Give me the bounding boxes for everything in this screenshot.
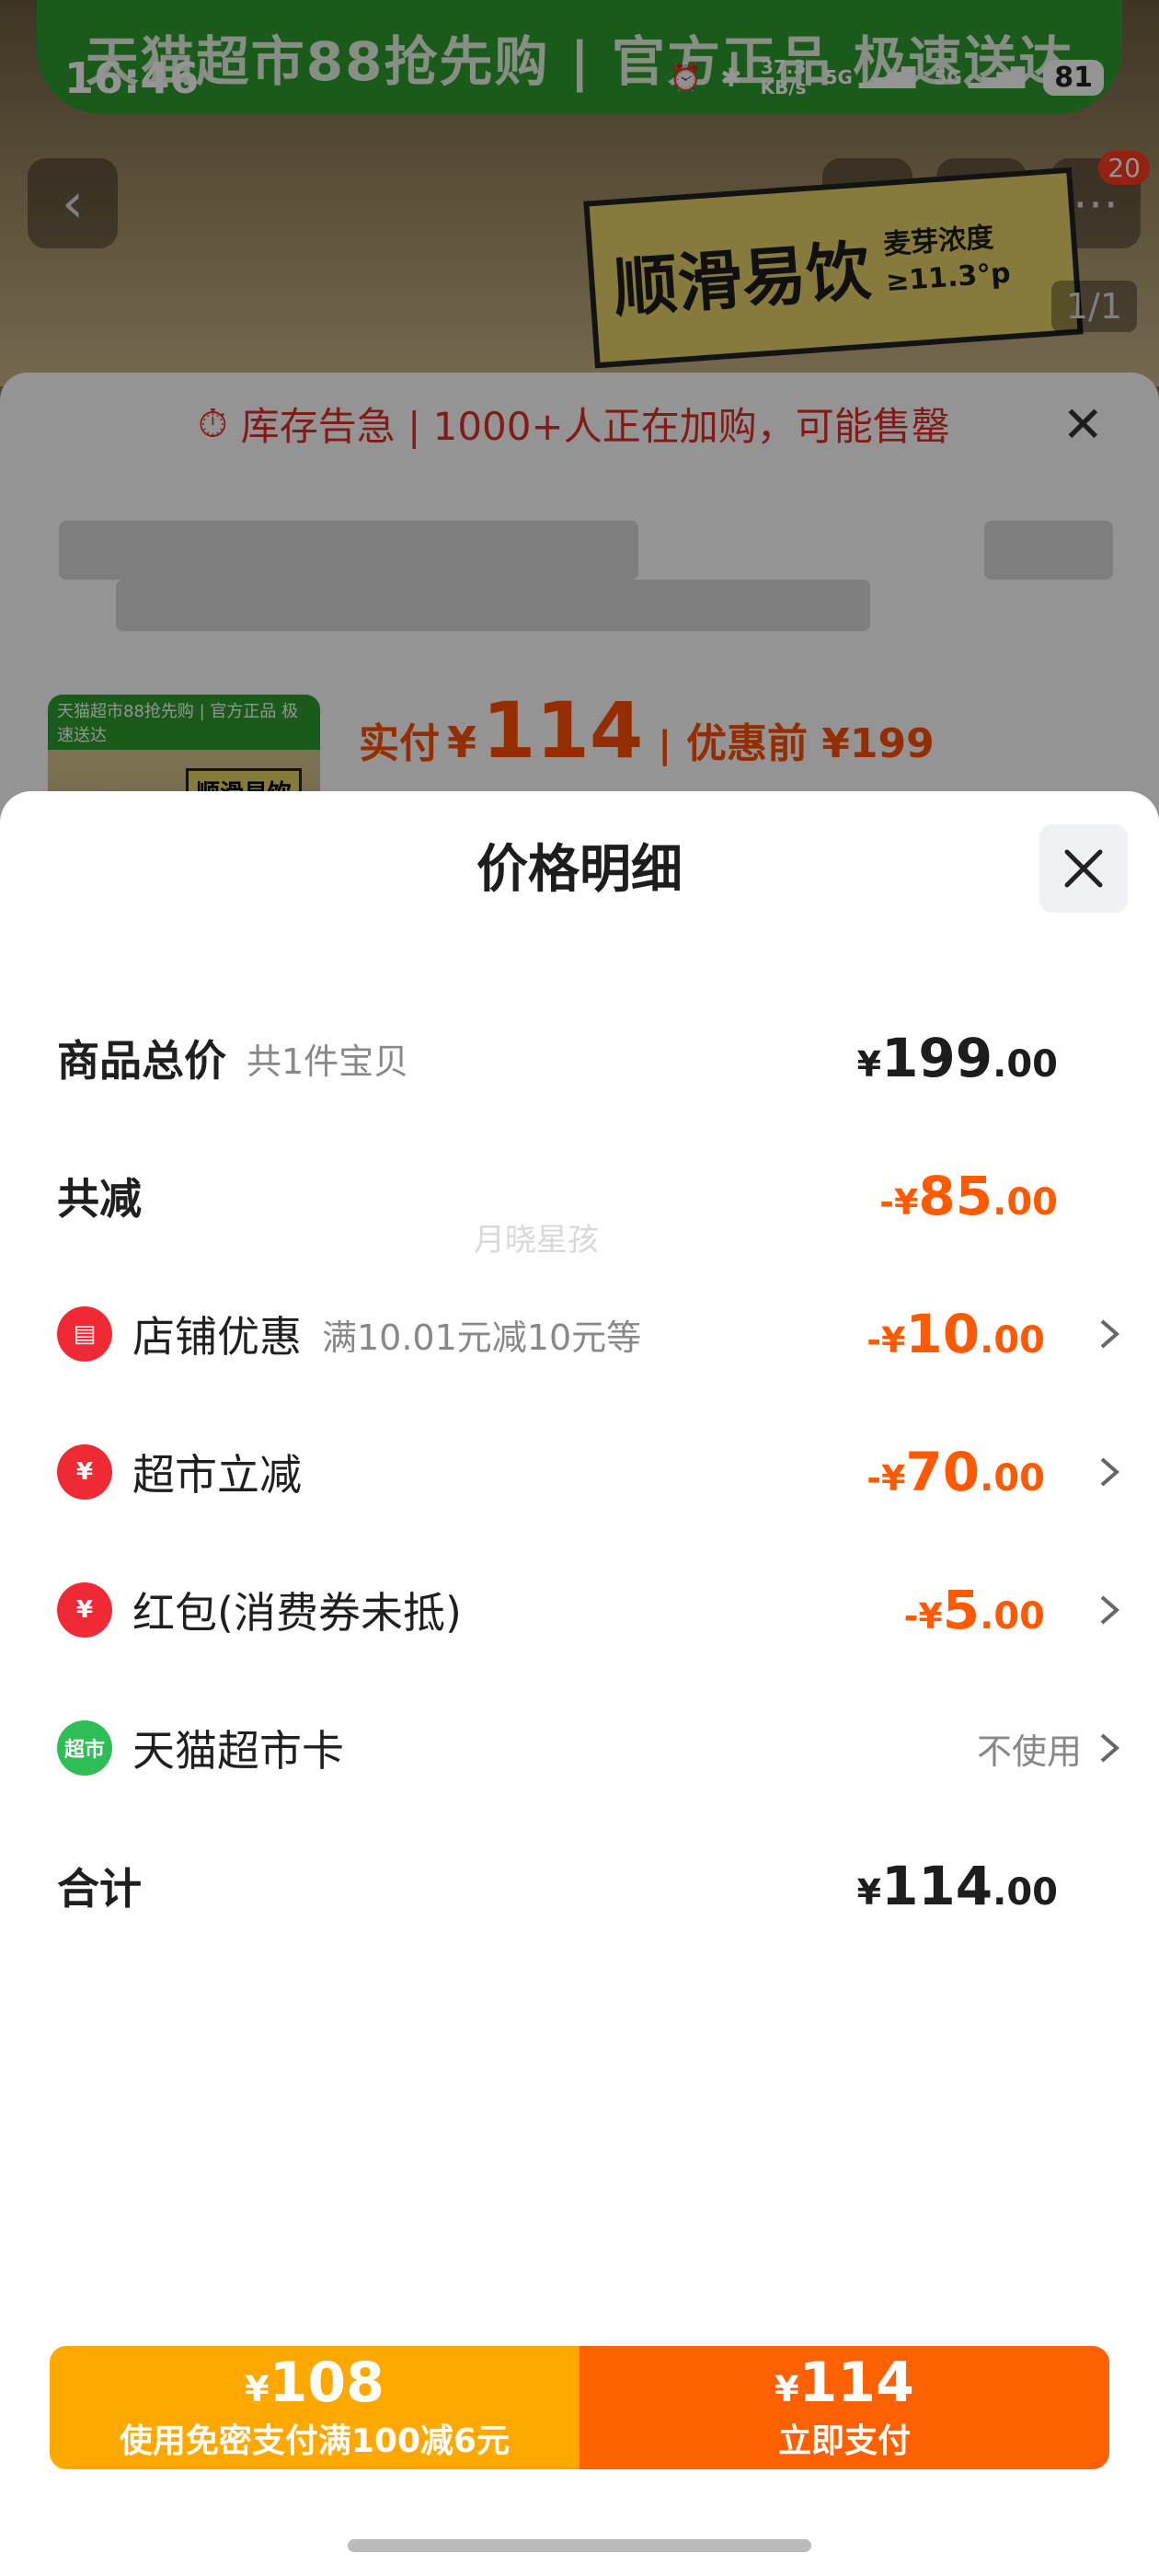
pay-with-discount-button[interactable]: ¥ 108 使用免密支付满100减6元 — [50, 2346, 580, 2469]
redpacket-dec: .00 — [980, 1595, 1045, 1638]
market-sym: -¥ — [866, 1458, 906, 1499]
market-int: 70 — [905, 1441, 981, 1503]
goods-count: 共1件宝贝 — [247, 1041, 409, 1082]
row-goods-total: 商品总价 共1件宝贝 ¥ 199 .00 — [0, 1012, 1159, 1104]
chevron-right-icon — [1100, 1595, 1120, 1625]
pay-left-value: 108 — [269, 2351, 384, 2415]
pay-left-text: 使用免密支付满100减6元 — [119, 2422, 511, 2460]
supermarket-card-value: 不使用 — [976, 1731, 1082, 1772]
pay-bar: ¥ 108 使用免密支付满100减6元 ¥ 114 立即支付 — [50, 2346, 1109, 2469]
pay-now-button[interactable]: ¥ 114 立即支付 — [580, 2346, 1109, 2469]
shop-discount-label: 店铺优惠 — [132, 1312, 302, 1362]
row-red-packet[interactable]: ¥ 红包(消费券未抵) -¥ 5 .00 — [0, 1564, 1159, 1656]
chevron-right-icon — [1100, 1319, 1120, 1349]
modal-title: 价格明细 — [476, 840, 683, 900]
redpacket-sym: -¥ — [903, 1596, 943, 1637]
pay-right-amount: ¥ 114 — [775, 2353, 914, 2412]
sum-int: 114 — [881, 1855, 993, 1917]
sum-amount: ¥ 114 .00 — [857, 1855, 1058, 1917]
home-indicator[interactable] — [348, 2539, 811, 2552]
price-detail-sheet: 价格明细 月晓星孩 商品总价 共1件宝贝 ¥ 199 .00 共减 -¥ 85 … — [0, 791, 1159, 2576]
close-button[interactable] — [1039, 824, 1128, 913]
pay-left-sym: ¥ — [245, 2369, 270, 2409]
row-sum: 合计 ¥ 114 .00 — [0, 1840, 1159, 1932]
goods-total-dec: .00 — [993, 1043, 1058, 1086]
sum-sym: ¥ — [856, 1872, 882, 1913]
red-packet-icon: ¥ — [57, 1582, 112, 1638]
shop-int: 10 — [905, 1303, 981, 1365]
pay-right-text: 立即支付 — [777, 2422, 911, 2460]
shop-icon: ▤ — [57, 1306, 112, 1362]
reduction-amount: -¥ 85 .00 — [879, 1165, 1058, 1227]
red-packet-label: 红包(消费券未抵) — [132, 1588, 462, 1638]
reduction-sym: -¥ — [879, 1182, 919, 1223]
sum-label: 合计 — [57, 1864, 142, 1914]
chevron-right-icon — [1100, 1733, 1120, 1763]
supermarket-card-icon: 超市 — [57, 1720, 112, 1776]
goods-total-int: 199 — [881, 1027, 993, 1089]
goods-total-label: 商品总价 — [57, 1036, 226, 1086]
pay-right-value: 114 — [798, 2351, 914, 2415]
shop-discount-amount: -¥ 10 .00 — [866, 1303, 1045, 1365]
row-shop-discount[interactable]: ▤ 店铺优惠 满10.01元减10元等 -¥ 10 .00 — [0, 1288, 1159, 1380]
shop-dec: .00 — [980, 1319, 1045, 1362]
reduction-label: 共减 — [57, 1174, 142, 1224]
shop-sym: -¥ — [866, 1320, 906, 1361]
sum-dec: .00 — [993, 1871, 1058, 1914]
row-supermarket-card[interactable]: 超市 天猫超市卡 不使用 — [0, 1702, 1159, 1794]
redpacket-int: 5 — [942, 1579, 981, 1641]
reduction-int: 85 — [918, 1165, 993, 1227]
market-discount-amount: -¥ 70 .00 — [866, 1441, 1045, 1503]
market-discount-label: 超市立减 — [132, 1450, 302, 1500]
goods-total-amount: ¥ 199 .00 — [857, 1027, 1058, 1089]
goods-total-sym: ¥ — [856, 1044, 882, 1085]
market-discount-icon: ¥ — [57, 1444, 112, 1500]
row-market-discount[interactable]: ¥ 超市立减 -¥ 70 .00 — [0, 1426, 1159, 1518]
shop-discount-desc: 满10.01元减10元等 — [322, 1317, 642, 1358]
supermarket-card-label: 天猫超市卡 — [132, 1726, 344, 1776]
chevron-right-icon — [1100, 1457, 1120, 1487]
close-icon — [1064, 849, 1103, 888]
row-total-reduction: 共减 -¥ 85 .00 — [0, 1150, 1159, 1242]
red-packet-amount: -¥ 5 .00 — [904, 1579, 1045, 1641]
pay-left-amount: ¥ 108 — [245, 2353, 384, 2412]
reduction-dec: .00 — [993, 1181, 1058, 1224]
market-dec: .00 — [980, 1457, 1045, 1500]
pay-right-sym: ¥ — [775, 2369, 799, 2409]
